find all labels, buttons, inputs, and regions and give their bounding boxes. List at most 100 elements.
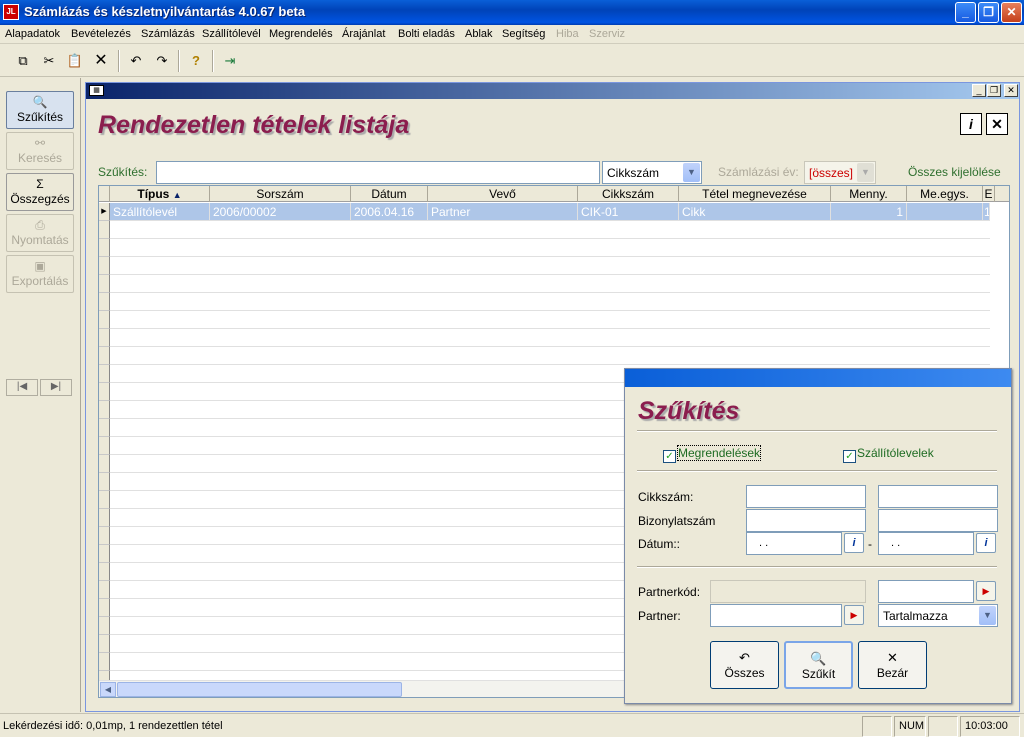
close-icon[interactable]: ✕ <box>986 113 1008 135</box>
col-header-sorszam[interactable]: Sorszám <box>210 186 351 202</box>
date-from-picker-icon[interactable]: i <box>844 533 864 553</box>
row-header[interactable] <box>99 221 110 239</box>
redo-icon[interactable]: ↷ <box>152 51 172 71</box>
row-header[interactable] <box>99 617 110 635</box>
row-header[interactable] <box>99 365 110 383</box>
col-header-megnevezes[interactable]: Tétel megnevezése <box>679 186 831 202</box>
app-icon: JL <box>3 4 19 20</box>
menu-segitseg[interactable]: Segítség <box>502 28 545 40</box>
col-header-vevo[interactable]: Vevő <box>428 186 578 202</box>
row-header[interactable] <box>99 311 110 329</box>
scrollbar-thumb[interactable] <box>117 682 402 697</box>
last-record-icon[interactable]: ▶| <box>40 379 72 396</box>
row-header[interactable] <box>99 563 110 581</box>
row-header[interactable] <box>99 383 110 401</box>
row-header[interactable] <box>99 329 110 347</box>
date-from-input[interactable]: . . <box>746 532 842 555</box>
help-icon[interactable]: ? <box>186 51 206 71</box>
table-row[interactable]: Szállítólevél 2006/00002 2006.04.16 Part… <box>110 203 990 221</box>
row-header[interactable] <box>99 473 110 491</box>
row-header[interactable] <box>99 437 110 455</box>
show-all-button[interactable]: ↶ Összes <box>710 641 779 689</box>
row-header[interactable] <box>99 401 110 419</box>
title-bar: JL Számlázás és készletnyilvántartás 4.0… <box>0 0 1024 25</box>
current-row-icon[interactable]: ▶ <box>99 203 110 221</box>
cut-icon[interactable]: ✂ <box>39 51 59 71</box>
filter-input[interactable] <box>156 161 600 184</box>
menu-megrendeles[interactable]: Megrendelés <box>269 28 333 40</box>
menu-bevetelezes[interactable]: Bevételezés <box>71 28 131 40</box>
row-header[interactable] <box>99 275 110 293</box>
col-header-menny[interactable]: Menny. <box>831 186 907 202</box>
paste-icon[interactable]: 📋 <box>65 51 85 71</box>
col-header-tipus[interactable]: Típus ▲ <box>110 186 210 202</box>
filter-button[interactable]: 🔍 Szűkítés <box>6 91 74 129</box>
restore-button[interactable]: ❐ <box>978 2 999 23</box>
row-header[interactable] <box>99 527 110 545</box>
toolbar-separator <box>118 50 120 72</box>
item-code-to-input[interactable] <box>878 485 998 508</box>
info-icon[interactable]: i <box>960 113 982 135</box>
row-header[interactable] <box>99 293 110 311</box>
col-header-meegys[interactable]: Me.egys. <box>907 186 983 202</box>
chevron-down-icon: ▼ <box>979 606 996 625</box>
copy-icon[interactable]: ⧉ <box>13 51 33 71</box>
child-restore-button[interactable]: ❐ <box>987 84 1001 97</box>
row-header[interactable] <box>99 635 110 653</box>
child-close-button[interactable]: ✕ <box>1004 84 1018 97</box>
row-header[interactable] <box>99 419 110 437</box>
delete-icon[interactable]: ✕ <box>91 51 111 71</box>
menu-ablak[interactable]: Ablak <box>465 28 493 40</box>
row-header[interactable] <box>99 653 110 671</box>
filter-row: Szűkítés: Cikkszám ▼ Számlázási év: [öss… <box>86 157 1019 184</box>
arrow-right-icon[interactable]: ▶ <box>844 605 864 625</box>
partner-code-search-input[interactable] <box>878 580 974 603</box>
exit-icon[interactable]: ⇥ <box>220 51 240 71</box>
export-button-label: Exportálás <box>11 274 69 288</box>
date-to-picker-icon[interactable]: i <box>976 533 996 553</box>
apply-filter-button[interactable]: 🔍 Szűkít <box>784 641 853 689</box>
partner-input[interactable] <box>710 604 842 627</box>
menu-arajanlat[interactable]: Árajánlat <box>342 28 385 40</box>
summary-button[interactable]: Σ Összegzés <box>6 173 74 211</box>
row-header[interactable] <box>99 257 110 275</box>
row-header[interactable] <box>99 455 110 473</box>
col-header-datum[interactable]: Dátum <box>351 186 428 202</box>
col-header-e[interactable]: E <box>983 186 995 202</box>
child-minimize-button[interactable]: _ <box>972 84 986 97</box>
close-dialog-button[interactable]: ✕ Bezár <box>858 641 927 689</box>
menu-szamlazas[interactable]: Számlázás <box>141 28 195 40</box>
doc-number-from-input[interactable] <box>746 509 866 532</box>
match-mode-select[interactable]: Tartalmazza ▼ <box>878 604 998 627</box>
doc-number-to-input[interactable] <box>878 509 998 532</box>
date-to-input[interactable]: . . <box>878 532 974 555</box>
row-header[interactable] <box>99 239 110 257</box>
item-code-from-input[interactable] <box>746 485 866 508</box>
orders-checkbox[interactable]: ✓ Megrendelések <box>663 445 762 463</box>
disk-icon: ▣ <box>34 259 46 273</box>
delivery-checkbox[interactable]: ✓ Szállítólevelek <box>843 446 934 463</box>
select-all-link[interactable]: Összes kijelölése <box>908 165 1001 179</box>
row-header[interactable] <box>99 509 110 527</box>
delivery-checkbox-label: Szállítólevelek <box>857 446 934 460</box>
menu-alapadatok[interactable]: Alapadatok <box>5 28 60 40</box>
row-header[interactable] <box>99 347 110 365</box>
dialog-title: Szűkítés <box>638 397 740 425</box>
arrow-right-icon[interactable]: ▶ <box>976 581 996 601</box>
minimize-button[interactable]: _ <box>955 2 976 23</box>
undo-icon[interactable]: ↶ <box>126 51 146 71</box>
col-header-cikkszam[interactable]: Cikkszám <box>578 186 679 202</box>
dialog-titlebar[interactable] <box>625 369 1011 387</box>
menu-bolti-eladas[interactable]: Bolti eladás <box>398 28 455 40</box>
first-record-icon[interactable]: |◀ <box>6 379 38 396</box>
close-button[interactable]: ✕ <box>1001 2 1022 23</box>
row-header[interactable] <box>99 581 110 599</box>
filter-field-select[interactable]: Cikkszám ▼ <box>602 161 702 184</box>
status-panel-num: NUM <box>894 716 926 737</box>
row-header[interactable] <box>99 491 110 509</box>
toolbar-separator <box>178 50 180 72</box>
row-header[interactable] <box>99 545 110 563</box>
row-header[interactable] <box>99 599 110 617</box>
menu-szallitolevel[interactable]: Szállítólevél <box>202 28 261 40</box>
scroll-left-icon[interactable]: ◀ <box>100 682 116 697</box>
